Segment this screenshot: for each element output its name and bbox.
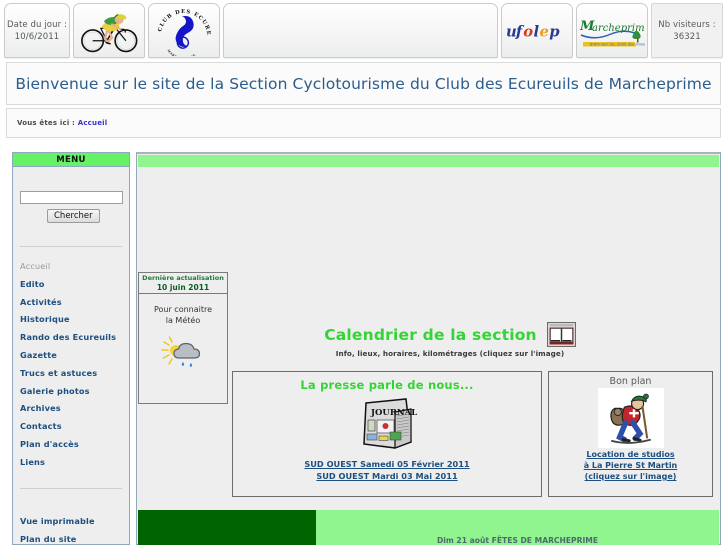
breadcrumb-bar: Vous êtes ici : Accueil	[6, 108, 721, 138]
sidebar-item-archives[interactable]: Archives	[20, 400, 126, 418]
weather-line-2: la Météo	[165, 316, 201, 325]
weather-header: Dernière actualisation 10 juin 2011	[139, 273, 227, 294]
marcheprime-logo-icon: M archeprime Entre mer, lac, forêt, des …	[579, 19, 645, 46]
search-button[interactable]: Chercher	[47, 209, 100, 223]
sidebar-secondary-list: Vue imprimable Plan du site	[20, 513, 126, 545]
breadcrumb-link-accueil[interactable]: Accueil	[78, 119, 108, 127]
visitors-text: Nb visiteurs : 36321	[658, 19, 715, 43]
date-box: Date du jour : 10/6/2011	[4, 3, 70, 58]
sun-cloud-rain-icon[interactable]	[159, 334, 207, 372]
visitors-value: 36321	[673, 31, 701, 42]
search-input[interactable]	[19, 190, 123, 204]
bottom-dark-green-block	[138, 510, 316, 545]
svg-text:p: p	[549, 23, 560, 40]
sidebar-item-rando-des-ecureuils[interactable]: Rando des Ecureuils	[20, 329, 126, 347]
press-links: SUD OUEST Samedi 05 Février 2011 SUD OUE…	[233, 459, 541, 482]
sidebar-item-plan-du-site[interactable]: Plan du site	[20, 531, 126, 545]
bonplan-link-1[interactable]: Location de studios	[549, 449, 712, 460]
club-logo-box: CLUB DES ECUREUILS MARCHEPRIME	[148, 3, 220, 58]
bonplan-links: Location de studios à La Pierre St Marti…	[549, 449, 712, 482]
cyclist-icon	[81, 13, 138, 52]
header-banner-box	[223, 3, 498, 58]
hiker-icon[interactable]	[597, 388, 664, 448]
bottom-event-text: Dim 21 août FÊTES DE MARCHEPRIME	[436, 536, 599, 545]
press-box: La presse parle de nous... JOURNAL SUD O…	[232, 371, 542, 497]
svg-text:o: o	[523, 23, 533, 40]
sidebar-item-activites[interactable]: Activités	[20, 294, 126, 312]
svg-text:MARCHEPRIME: MARCHEPRIME	[166, 48, 196, 55]
breadcrumb-prefix: Vous êtes ici :	[17, 119, 76, 127]
ufolep-logo-icon: u f o l e p	[506, 23, 560, 40]
page-title: Bienvenue sur le site de la Section Cycl…	[15, 74, 712, 93]
press-link-2[interactable]: SUD OUEST Mardi 03 Mai 2011	[233, 471, 541, 483]
ufolep-logo-box: u f o l e p	[501, 3, 573, 58]
marcheprime-logo-box: M archeprime Entre mer, lac, forêt, des …	[576, 3, 648, 58]
last-update-date: 10 juin 2011	[156, 283, 210, 292]
weather-line-1: Pour connaitre	[153, 305, 213, 314]
last-update-label: Dernière actualisation	[142, 274, 224, 282]
date-value: 10/6/2011	[14, 31, 60, 42]
press-link-1[interactable]: SUD OUEST Samedi 05 Février 2011	[233, 459, 541, 471]
menu-divider-top	[20, 246, 122, 247]
sidebar-item-accueil[interactable]: Accueil	[20, 258, 126, 276]
header-strip: Date du jour : 10/6/2011 CLUB DES ECURE …	[4, 3, 723, 58]
weather-body: Pour connaitre la Météo	[139, 294, 227, 372]
sidebar-item-gazette[interactable]: Gazette	[20, 347, 126, 365]
weather-box[interactable]: Dernière actualisation 10 juin 2011 Pour…	[138, 272, 228, 404]
sidebar-item-vue-imprimable[interactable]: Vue imprimable	[20, 513, 126, 531]
svg-text:Entre mer, lac, forêt, des fem: Entre mer, lac, forêt, des femmes d...	[589, 41, 645, 46]
svg-text:l: l	[534, 23, 540, 40]
bottom-green-area: Dim 21 août FÊTES DE MARCHEPRIME	[138, 510, 719, 545]
sidebar-item-liens[interactable]: Liens	[20, 454, 126, 472]
visitors-label: Nb visiteurs :	[658, 19, 716, 30]
date-label: Date du jour :	[7, 19, 67, 30]
sidebar-item-galerie-photos[interactable]: Galerie photos	[20, 383, 126, 401]
content-green-bar	[138, 155, 719, 167]
sidebar-menu-list: Accueil Edito Activités Historique Rando…	[20, 258, 126, 472]
calendar-subtitle: Info, lieux, horaires, kilométrages (cli…	[335, 349, 565, 358]
breadcrumb: Vous êtes ici : Accueil	[7, 119, 107, 127]
open-book-icon[interactable]	[546, 322, 576, 347]
search-area: Chercher	[12, 185, 130, 223]
sidebar-item-plan-d-acces[interactable]: Plan d'accès	[20, 436, 126, 454]
bonplan-link-3[interactable]: (cliquez sur l'image)	[549, 471, 712, 482]
date-text: Date du jour : 10/6/2011	[7, 19, 67, 43]
bonplan-link-2[interactable]: à La Pierre St Martin	[549, 460, 712, 471]
cyclist-image-box	[73, 3, 145, 58]
sidebar-item-trucs-et-astuces[interactable]: Trucs et astuces	[20, 365, 126, 383]
visitors-box: Nb visiteurs : 36321	[651, 3, 723, 58]
calendar-title: Calendrier de la section	[324, 325, 537, 344]
calendar-section: Calendrier de la section Info, lieux, ho…	[300, 322, 600, 358]
svg-text:JOURNAL: JOURNAL	[370, 408, 417, 418]
weather-icon-wrap[interactable]	[139, 334, 227, 372]
sidebar-title: MENU	[12, 152, 130, 167]
club-ecureuils-logo-icon: CLUB DES ECUREUILS MARCHEPRIME	[153, 6, 210, 56]
sidebar-item-edito[interactable]: Edito	[20, 276, 126, 294]
menu-divider-bottom	[20, 488, 122, 489]
svg-text:u: u	[506, 23, 517, 40]
press-title: La presse parle de nous...	[300, 378, 474, 392]
page-root: Date du jour : 10/6/2011 CLUB DES ECURE …	[0, 0, 727, 545]
svg-text:e: e	[539, 23, 548, 40]
bonplan-box: Bon plan Location de studios à La Pierre…	[548, 371, 713, 497]
bonplan-title: Bon plan	[609, 376, 652, 387]
sidebar-item-contacts[interactable]: Contacts	[20, 418, 126, 436]
journal-icon[interactable]: JOURNAL	[347, 394, 427, 456]
sidebar-item-historique[interactable]: Historique	[20, 311, 126, 329]
welcome-banner: Bienvenue sur le site de la Section Cycl…	[6, 62, 721, 105]
